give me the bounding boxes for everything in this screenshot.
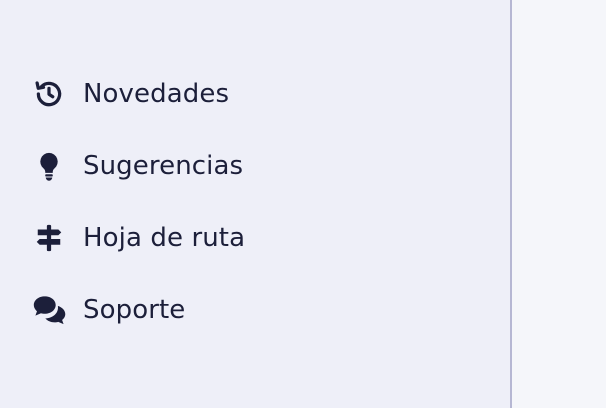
sidebar-item-hoja-de-ruta[interactable]: Hoja de ruta — [0, 202, 510, 274]
sidebar-nav: Novedades Sugerencias Hoja de ruta Sopor… — [0, 58, 510, 346]
sidebar-item-soporte[interactable]: Soporte — [0, 274, 510, 346]
history-icon — [32, 77, 66, 111]
sidebar-item-sugerencias[interactable]: Sugerencias — [0, 130, 510, 202]
sidebar-item-novedades[interactable]: Novedades — [0, 58, 510, 130]
sidebar-item-label: Soporte — [83, 295, 186, 325]
sidebar-item-label: Novedades — [83, 79, 230, 109]
sidebar-item-label: Hoja de ruta — [83, 223, 246, 253]
chat-bubbles-icon — [32, 293, 66, 327]
sidebar: Novedades Sugerencias Hoja de ruta Sopor… — [0, 0, 512, 408]
sidebar-item-label: Sugerencias — [83, 151, 244, 181]
signpost-icon — [32, 221, 66, 255]
main-content-area — [512, 0, 606, 408]
app-layout: Novedades Sugerencias Hoja de ruta Sopor… — [0, 0, 606, 408]
lightbulb-icon — [32, 149, 66, 183]
